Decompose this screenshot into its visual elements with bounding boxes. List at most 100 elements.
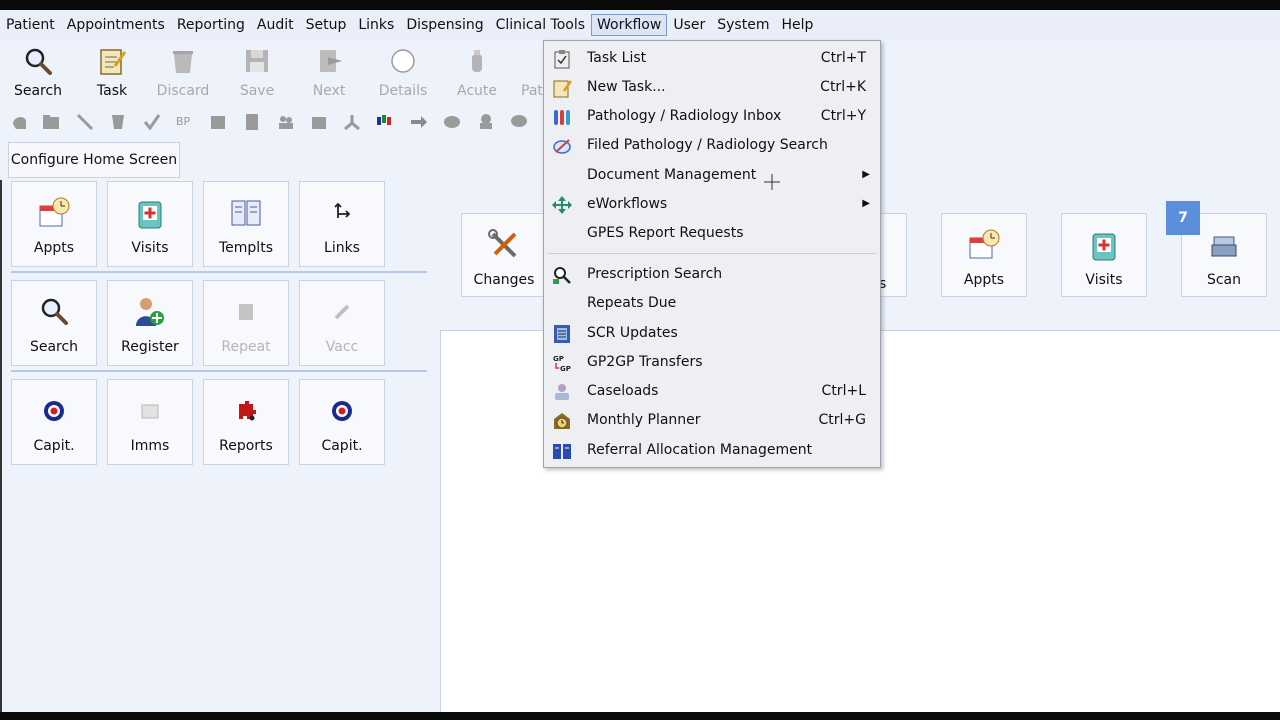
- menu-dispensing[interactable]: Dispensing: [400, 14, 489, 36]
- acute-button-label: Acute: [456, 83, 497, 99]
- next-icon: [320, 50, 342, 72]
- tile-appts[interactable]: Appts: [11, 181, 97, 267]
- chat-icon[interactable]: [509, 112, 529, 132]
- book-icon: [231, 200, 261, 226]
- menu-item-new-task[interactable]: New Task... Ctrl+K: [544, 73, 880, 101]
- tile-partial-label: s: [879, 276, 887, 292]
- arrow-right-icon[interactable]: [409, 112, 429, 132]
- tile-search[interactable]: Search: [11, 280, 97, 366]
- medical-bag-icon: [1092, 233, 1116, 261]
- tile-capit-2[interactable]: Capit.: [299, 379, 385, 465]
- letters-icon[interactable]: [309, 112, 329, 132]
- save-icon: [246, 50, 268, 72]
- reports-puzzle-icon: [239, 401, 256, 421]
- group-icon[interactable]: [476, 112, 496, 132]
- syringe-icon[interactable]: [75, 112, 95, 132]
- menu-patient[interactable]: Patient: [0, 14, 61, 36]
- menu-item-eworkflows[interactable]: eWorkflows ▶: [544, 190, 880, 218]
- menu-item-gpes-report-requests[interactable]: GPES Report Requests: [544, 219, 880, 247]
- next-button-label: Next: [312, 83, 346, 99]
- menu-workflow[interactable]: Workflow: [591, 14, 668, 36]
- patient-button-label: Pat: [521, 83, 543, 99]
- planner-clock-icon: [554, 413, 570, 429]
- tile-register-label: Register: [121, 339, 179, 355]
- menu-item-caseloads[interactable]: Caseloads Ctrl+L: [544, 377, 880, 405]
- screen-top-border: [0, 0, 1280, 10]
- menu-item-task-list[interactable]: Task List Ctrl+T: [544, 44, 880, 72]
- save-button[interactable]: Save: [222, 44, 292, 102]
- tile-right-visits[interactable]: Visits: [1061, 213, 1147, 297]
- tile-visits[interactable]: Visits: [107, 181, 193, 267]
- menu-item-document-management[interactable]: Document Management ▶: [544, 161, 880, 189]
- details-button[interactable]: Details: [368, 44, 438, 102]
- menu-item-monthly-planner-shortcut: Ctrl+G: [818, 412, 867, 428]
- menu-item-repeats-due[interactable]: Repeats Due: [544, 289, 880, 317]
- menu-item-monthly-planner[interactable]: Monthly Planner Ctrl+G: [544, 406, 880, 434]
- menu-item-scr-updates[interactable]: SCR Updates: [544, 319, 880, 347]
- menu-item-filed-pathology-search[interactable]: Filed Pathology / Radiology Search: [544, 131, 880, 159]
- bp-icon[interactable]: BP: [176, 112, 196, 132]
- search-button[interactable]: Search: [3, 44, 73, 102]
- tile-reports[interactable]: Reports: [203, 379, 289, 465]
- share-icon[interactable]: [342, 112, 362, 132]
- tile-register[interactable]: Register: [107, 280, 193, 366]
- menu-audit[interactable]: Audit: [251, 14, 300, 36]
- pills-icon[interactable]: [442, 112, 462, 132]
- tile-appts-label: Appts: [33, 240, 75, 256]
- gp2gp-icon-text: GP: [560, 365, 571, 373]
- folder-icon[interactable]: [41, 112, 61, 132]
- menu-item-gp2gp-transfers[interactable]: GP GP GP2GP Transfers: [544, 348, 880, 376]
- tile-templts[interactable]: Templts: [203, 181, 289, 267]
- tile-right-appts-label: Appts: [963, 272, 1005, 288]
- menu-reporting[interactable]: Reporting: [171, 14, 251, 36]
- patient-button-partial[interactable]: Pat: [505, 44, 545, 102]
- tile-capit-1[interactable]: Capit.: [11, 379, 97, 465]
- medical-bag-icon: [138, 201, 162, 229]
- menu-item-document-management-label: Document Management: [587, 167, 757, 183]
- tile-row-separator: [11, 271, 427, 273]
- tile-vacc-label: Vacc: [325, 339, 359, 355]
- menu-help[interactable]: Help: [775, 14, 819, 36]
- tile-right-appts[interactable]: Appts: [941, 213, 1027, 297]
- menu-links[interactable]: Links: [352, 14, 400, 36]
- tile-vacc[interactable]: Vacc: [299, 280, 385, 366]
- task-button[interactable]: Task: [77, 44, 147, 102]
- configure-home-screen-button[interactable]: Configure Home Screen: [8, 142, 180, 178]
- check-icon[interactable]: [142, 112, 162, 132]
- target-icon: [44, 401, 64, 421]
- puzzle-icon[interactable]: [208, 112, 228, 132]
- menu-item-caseloads-label: Caseloads: [587, 383, 659, 399]
- tile-partial[interactable]: s: [879, 213, 907, 297]
- cup-icon[interactable]: [108, 112, 128, 132]
- menu-appointments[interactable]: Appointments: [61, 14, 171, 36]
- menu-clinical-tools[interactable]: Clinical Tools: [490, 14, 591, 36]
- menu-item-pathology-inbox-shortcut: Ctrl+Y: [820, 108, 866, 124]
- menu-setup[interactable]: Setup: [300, 14, 353, 36]
- notification-badge[interactable]: 7: [1166, 201, 1200, 235]
- scanner-icon: [1211, 236, 1237, 257]
- tile-right-scan-label: Scan: [1206, 272, 1242, 288]
- gp2gp-icon: GP GP: [553, 355, 571, 373]
- acute-button[interactable]: Acute: [442, 44, 512, 102]
- tile-links[interactable]: Links: [299, 181, 385, 267]
- chart-icon[interactable]: [375, 112, 395, 132]
- next-button[interactable]: Next: [294, 44, 364, 102]
- family-icon[interactable]: [276, 112, 296, 132]
- menu-item-task-list-shortcut: Ctrl+T: [820, 50, 866, 66]
- discard-button[interactable]: Discard: [148, 44, 218, 102]
- menu-user[interactable]: User: [667, 14, 711, 36]
- tile-repeat[interactable]: Repeat: [203, 280, 289, 366]
- tile-changes[interactable]: Changes: [461, 213, 547, 297]
- menu-item-prescription-search[interactable]: Prescription Search: [544, 260, 880, 288]
- discard-button-label: Discard: [156, 83, 210, 99]
- menu-bar: Patient Appointments Reporting Audit Set…: [0, 10, 1280, 40]
- tile-reports-label: Reports: [219, 438, 273, 454]
- head-icon[interactable]: [10, 112, 30, 132]
- menu-item-pathology-inbox-label: Pathology / Radiology Inbox: [587, 108, 782, 124]
- document-icon[interactable]: [242, 112, 262, 132]
- menu-item-pathology-inbox[interactable]: Pathology / Radiology Inbox Ctrl+Y: [544, 102, 880, 130]
- menu-item-referral-allocation[interactable]: Referral Allocation Management: [544, 436, 880, 464]
- menu-system[interactable]: System: [711, 14, 775, 36]
- tile-imms[interactable]: Imms: [107, 379, 193, 465]
- tile-templts-label: Templts: [219, 240, 273, 256]
